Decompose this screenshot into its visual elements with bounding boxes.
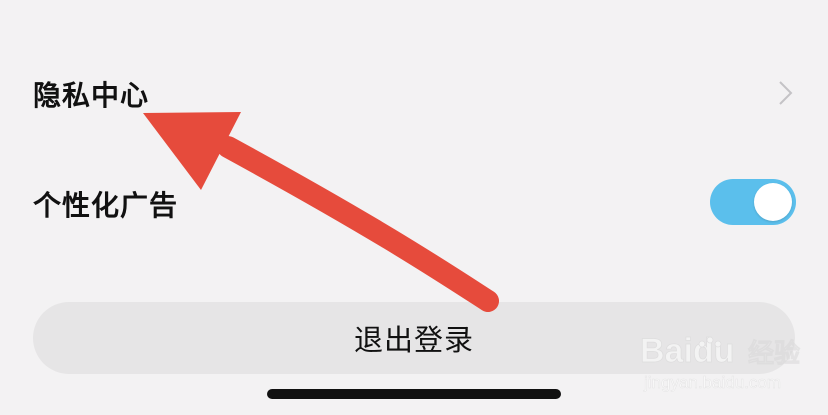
baidu-jingyan-watermark: Baidu 经验 jingyan.baidu.com [640,332,800,393]
watermark-url: jingyan.baidu.com [643,373,781,392]
toggle-knob [754,183,792,221]
personalized-ads-label: 个性化广告 [33,189,179,222]
home-indicator[interactable] [267,389,561,399]
privacy-center-label: 隐私中心 [33,79,150,112]
personalized-ads-row: 个性化广告 [0,174,828,234]
watermark-product: 经验 [748,338,800,369]
watermark-brand: Baidu [640,332,734,370]
chevron-right-icon [779,81,793,105]
privacy-center-row[interactable]: 隐私中心 [0,64,828,124]
personalized-ads-toggle[interactable] [710,179,796,225]
